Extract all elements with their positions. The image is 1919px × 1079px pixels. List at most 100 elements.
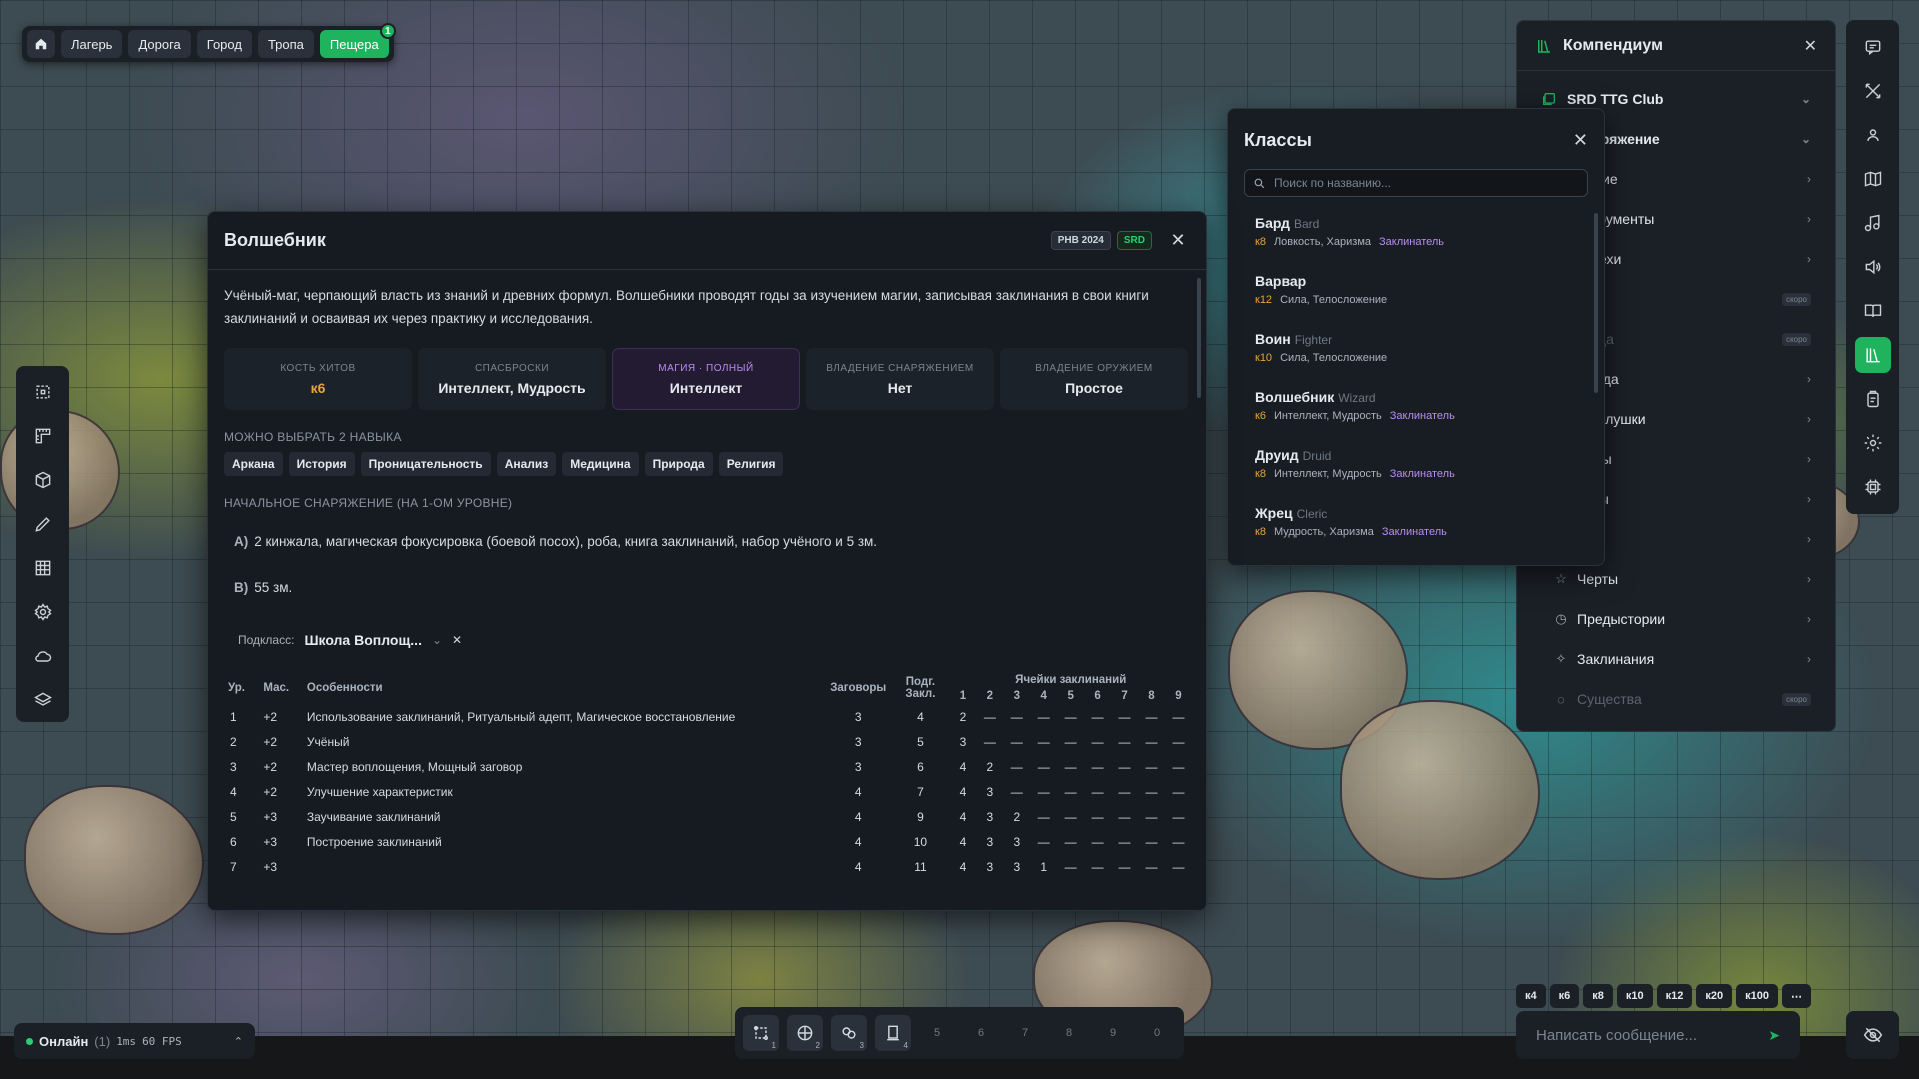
compendium-close-button[interactable]: ✕: [1804, 36, 1817, 56]
class-caster-badge: Заклинатель: [1381, 526, 1447, 538]
chat-input[interactable]: Написать сообщение... ➤: [1516, 1011, 1800, 1059]
class-detail-scrollbar[interactable]: [1197, 278, 1201, 398]
dice-button[interactable]: к12: [1656, 984, 1693, 1008]
dice-button[interactable]: ⋯: [1781, 984, 1811, 1008]
compendium-panel-button[interactable]: [1854, 337, 1891, 373]
home-button[interactable]: [27, 30, 55, 58]
hotbar-slot-empty[interactable]: 7: [1007, 1015, 1043, 1051]
skill-chip[interactable]: Аркана: [224, 452, 283, 476]
cell-features[interactable]: Построение заклинаний: [307, 829, 825, 854]
cube-icon: [35, 471, 50, 489]
chevron-down-icon[interactable]: ⌄: [432, 633, 442, 647]
hotbar-slot-empty[interactable]: 5: [919, 1015, 955, 1051]
cell-slot: 4: [959, 809, 967, 824]
dice-button[interactable]: к4: [1516, 984, 1546, 1008]
hotbar-slot-empty[interactable]: 8: [1051, 1015, 1087, 1051]
online-count: (1): [94, 1033, 111, 1049]
chat-panel-button[interactable]: [1855, 29, 1891, 65]
scene-tab-active[interactable]: Пещера 1: [319, 23, 396, 58]
music-panel-button[interactable]: [1855, 205, 1891, 241]
class-name-line: Воин Fighter: [1255, 331, 1588, 347]
scene-tab[interactable]: Тропа: [257, 30, 314, 58]
system-panel-button[interactable]: [1855, 469, 1891, 505]
toggle-visibility-button[interactable]: [1846, 1011, 1899, 1059]
compendium-category[interactable]: ◷ Предыстории ›: [1517, 599, 1835, 639]
dice-button[interactable]: к8: [1583, 984, 1613, 1008]
col-slot-level: 1: [959, 690, 967, 702]
col-level: Ур.: [228, 682, 245, 694]
skill-chip[interactable]: Анализ: [496, 452, 557, 476]
skill-chip[interactable]: Религия: [718, 452, 784, 476]
hotbar-slot-empty[interactable]: 9: [1095, 1015, 1131, 1051]
subclass-clear-button[interactable]: ✕: [452, 633, 462, 647]
chevron-down-icon: ⌄: [1800, 132, 1811, 146]
pencil-icon: [34, 517, 50, 532]
col-slot-level: 9: [1175, 690, 1182, 702]
scene-tab[interactable]: Лагерь: [61, 30, 123, 58]
class-name-line: Бард Bard: [1255, 215, 1588, 231]
dice-button[interactable]: к20: [1696, 984, 1733, 1008]
scene-tab[interactable]: Дорога: [128, 30, 191, 58]
cell-features[interactable]: Мастер воплощения, Мощный заговор: [307, 754, 825, 779]
journal-panel-button[interactable]: [1855, 293, 1891, 329]
skill-chip[interactable]: Проницательность: [360, 452, 491, 476]
class-name-en: Fighter: [1294, 333, 1333, 347]
notes-panel-button[interactable]: [1855, 381, 1891, 417]
class-list-item[interactable]: Жрец Cleric к8 Мудрость, Харизма Заклинатель: [1228, 497, 1604, 555]
cell-slot: —: [1091, 834, 1104, 849]
class-name-en: Bard: [1293, 217, 1320, 231]
cell-slot: —: [1118, 859, 1131, 874]
hotbar-slot[interactable]: 1: [743, 1015, 779, 1051]
skill-chip[interactable]: Природа: [644, 452, 713, 476]
dice-button[interactable]: к100: [1736, 984, 1778, 1008]
cell-slot: —: [1091, 734, 1104, 749]
hotbar-slot[interactable]: 2: [787, 1015, 823, 1051]
classes-close-button[interactable]: ✕: [1573, 130, 1588, 151]
cell-slot: —: [1064, 784, 1077, 799]
draw-tool[interactable]: [27, 508, 59, 540]
chevron-down-icon: ⌄: [1800, 92, 1811, 106]
objects-tool[interactable]: [27, 464, 59, 496]
skill-chip[interactable]: История: [288, 452, 355, 476]
select-tool[interactable]: [27, 376, 59, 408]
cell-slot: —: [1172, 834, 1185, 849]
equipment-option[interactable]: B) 55 зм.: [234, 564, 1190, 610]
class-list-item[interactable]: Воин Fighter к10 Сила, Телосложение: [1228, 323, 1604, 381]
settings-panel-button[interactable]: [1855, 425, 1891, 461]
classes-scrollbar[interactable]: [1594, 213, 1598, 393]
players-panel-button[interactable]: [1855, 117, 1891, 153]
scene-tab[interactable]: Город: [196, 30, 252, 58]
class-list-item[interactable]: Бард Bard к8 Ловкость, Харизма Заклинатель: [1228, 207, 1604, 265]
stat-card: МАГИЯ · ПОЛНЫЙ Интеллект: [612, 348, 800, 410]
cell-mastery: +2: [263, 784, 278, 799]
compendium-category[interactable]: ✧ Заклинания ›: [1517, 639, 1835, 679]
effects-tool[interactable]: [27, 596, 59, 628]
class-list-item[interactable]: Друид Druid к8 Интеллект, Мудрость Заклинате…: [1228, 439, 1604, 497]
grid-tool[interactable]: [27, 552, 59, 584]
class-detail-close-button[interactable]: ✕: [1166, 230, 1190, 251]
dice-button[interactable]: к10: [1616, 984, 1653, 1008]
subclass-value[interactable]: Школа Воплощ...: [304, 632, 422, 648]
hotbar-tool-icon: [887, 1025, 899, 1041]
hotbar-slot-empty[interactable]: 0: [1139, 1015, 1175, 1051]
dice-button[interactable]: к6: [1549, 984, 1580, 1008]
maps-panel-button[interactable]: [1855, 161, 1891, 197]
classes-search-input[interactable]: Поиск по названию...: [1244, 169, 1588, 197]
sound-panel-button[interactable]: [1855, 249, 1891, 285]
equipment-option[interactable]: A) 2 кинжала, магическая фокусировка (бое…: [234, 518, 1190, 564]
layers-tool[interactable]: [27, 684, 59, 716]
chevron-up-icon[interactable]: ⌃: [234, 1035, 243, 1048]
send-icon[interactable]: ➤: [1768, 1027, 1780, 1044]
hotbar-slot[interactable]: 4: [875, 1015, 911, 1051]
cell-slot: —: [983, 734, 996, 749]
cell-slot: —: [1172, 759, 1185, 774]
class-list-item[interactable]: Волшебник Wizard к6 Интеллект, Мудрость Закл…: [1228, 381, 1604, 439]
category-icon: ☆: [1555, 571, 1567, 586]
skill-chip[interactable]: Медицина: [562, 452, 639, 476]
combat-panel-button[interactable]: [1855, 73, 1891, 109]
hotbar-slot[interactable]: 3: [831, 1015, 867, 1051]
ruler-tool[interactable]: [27, 420, 59, 452]
weather-tool[interactable]: [27, 640, 59, 672]
hotbar-slot-empty[interactable]: 6: [963, 1015, 999, 1051]
class-list-item[interactable]: Варвар к12 Сила, Телосложение: [1228, 265, 1604, 323]
